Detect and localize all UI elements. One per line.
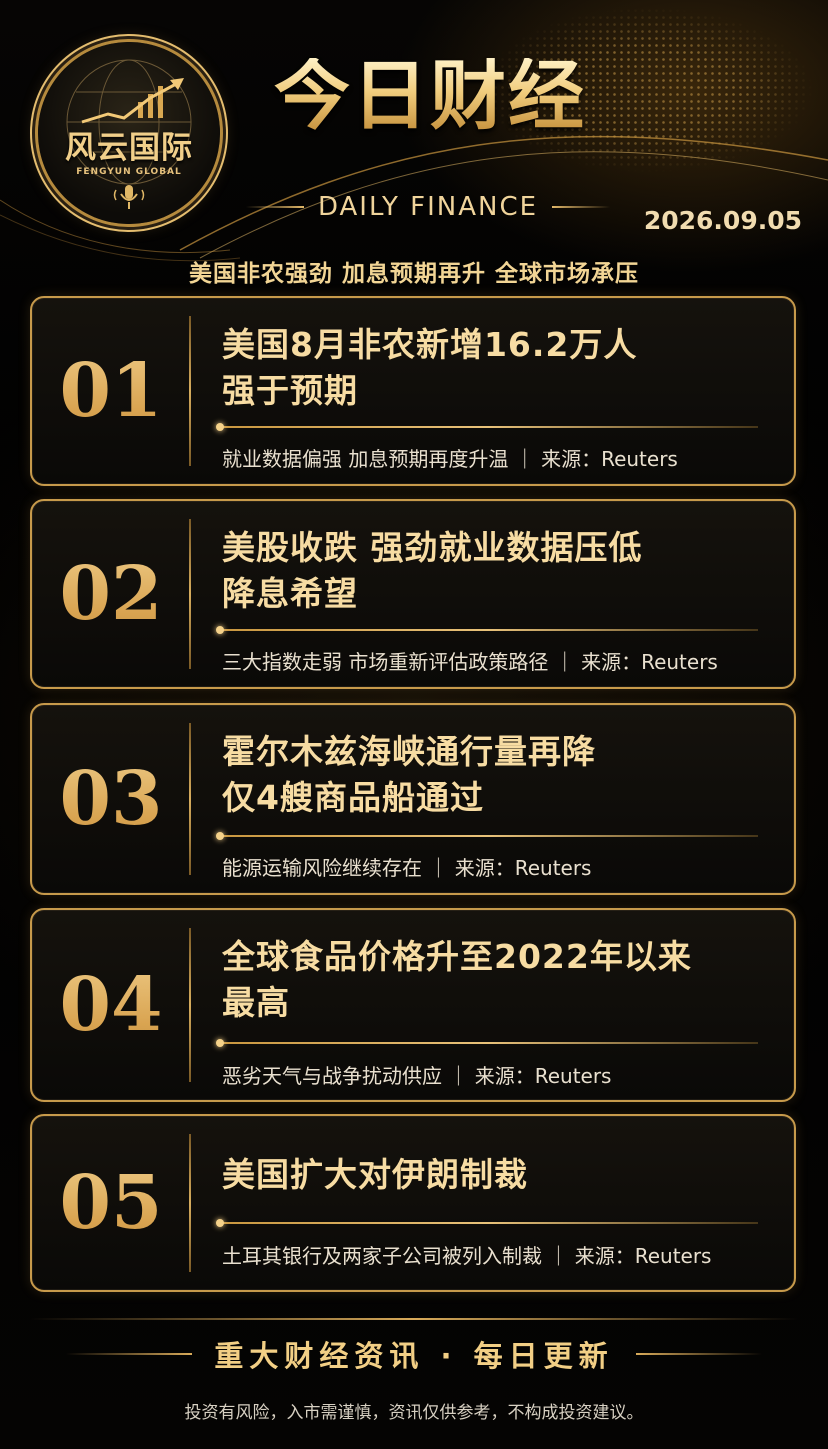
news-card-2[interactable]: 02 美股收跌 强劲就业数据压低 降息希望 三大指数走弱 市场重新评估政策路径 … [30,499,796,689]
card-rule [216,1219,758,1227]
rule-dot [216,1039,224,1047]
card-title-line2: 降息希望 [222,574,358,613]
card-divider [189,1134,191,1272]
brand-name-cn: 风云国际 [65,130,193,166]
card-number: 05 [32,1116,190,1290]
card-summary: 就业数据偏强 加息预期再度升温 ｜ 来源：Reuters [222,447,678,471]
card-number: 01 [32,298,190,484]
card-summary: 三大指数走弱 市场重新评估政策路径 ｜ 来源：Reuters [222,650,718,674]
card-rule [216,423,758,431]
news-card-1[interactable]: 01 美国8月非农新增16.2万人 强于预期 就业数据偏强 加息预期再度升温 ｜… [30,296,796,486]
card-rule [216,1039,758,1047]
rule-dot [216,832,224,840]
card-summary: 恶劣天气与战争扰动供应 ｜ 来源：Reuters [222,1064,612,1088]
slogan-line-left [66,1353,193,1355]
brand-name-en: FENGYUN GLOBAL [76,167,182,177]
card-divider [189,519,191,669]
footer-slogan: 重大财经资讯 · 每日更新 [214,1339,614,1373]
page-title: 今日财经 [240,58,620,134]
footer-slogan-row: 重大财经资讯 · 每日更新 [0,1333,828,1375]
card-divider [189,928,191,1082]
card-rule [216,832,758,840]
trend-arrow-icon [81,78,184,124]
card-title-line1: 霍尔木兹海峡通行量再降 [222,732,596,771]
brand-logo: 风云国际 FENGYUN GLOBAL [38,42,220,224]
card-title: 全球食品价格升至2022年以来 最高 [222,934,770,1026]
card-title-line2: 最高 [222,983,290,1022]
card-number: 03 [32,705,190,893]
card-title-line2: 仅4艘商品船通过 [222,778,484,817]
card-divider [189,723,191,875]
card-title-line1: 全球食品价格升至2022年以来 [222,937,692,976]
rule-dot [216,423,224,431]
card-title: 美国扩大对伊朗制裁 [222,1152,770,1198]
news-card-3[interactable]: 03 霍尔木兹海峡通行量再降 仅4艘商品船通过 能源运输风险继续存在 ｜ 来源：… [30,703,796,895]
card-summary: 土耳其银行及两家子公司被列入制裁 ｜ 来源：Reuters [222,1244,712,1268]
issue-date: 2026.09.05 [643,206,802,235]
footer-divider [30,1318,798,1320]
card-title: 美国8月非农新增16.2万人 强于预期 [222,322,770,414]
card-number: 04 [32,910,190,1100]
news-card-5[interactable]: 05 美国扩大对伊朗制裁 土耳其银行及两家子公司被列入制裁 ｜ 来源：Reute… [30,1114,796,1292]
card-title-line1: 美国8月非农新增16.2万人 [222,325,638,364]
page-subtitle: DAILY FINANCE [317,192,539,222]
card-title-line1: 美股收跌 强劲就业数据压低 [222,528,643,567]
card-title: 美股收跌 强劲就业数据压低 降息希望 [222,525,770,617]
rule-dot [216,1219,224,1227]
rule-dot [216,626,224,634]
subtitle-line-right [552,206,610,208]
card-title-line2: 强于预期 [222,371,358,410]
news-card-4[interactable]: 04 全球食品价格升至2022年以来 最高 恶劣天气与战争扰动供应 ｜ 来源：R… [30,908,796,1102]
card-number: 02 [32,501,190,687]
card-summary: 能源运输风险继续存在 ｜ 来源：Reuters [222,856,592,880]
disclaimer: 投资有风险，入市需谨慎，资讯仅供参考，不构成投资建议。 [184,1403,644,1423]
subtitle-line-left [246,206,304,208]
card-title-line1: 美国扩大对伊朗制裁 [222,1155,528,1194]
subtitle-row: DAILY FINANCE [246,192,610,222]
headline-banner: 美国非农强劲 加息预期再升 全球市场承压 [188,261,639,287]
card-rule [216,626,758,634]
microphone-icon [113,185,145,209]
card-title: 霍尔木兹海峡通行量再降 仅4艘商品船通过 [222,729,770,821]
card-divider [189,316,191,466]
slogan-line-right [635,1353,762,1355]
